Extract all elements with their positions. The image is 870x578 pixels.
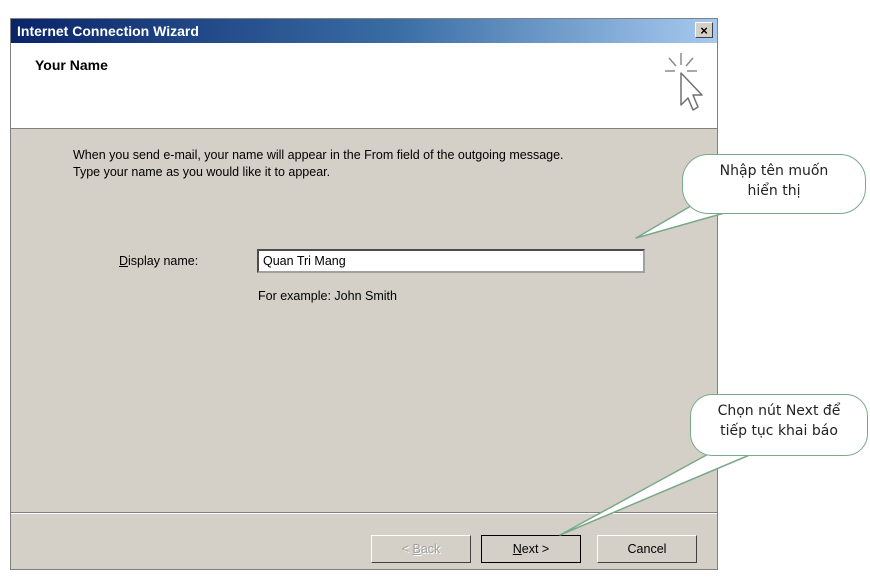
window-title: Internet Connection Wizard — [17, 23, 199, 39]
name-hint-line-1: Nhập tên muốn — [719, 163, 829, 179]
back-prefix: < — [401, 542, 413, 556]
back-button[interactable]: < Back — [371, 535, 471, 563]
name-hint-line-2: hiển thị — [747, 183, 801, 199]
instruction-text: When you send e-mail, your name will app… — [73, 147, 564, 181]
instruction-line-2: Type your name as you would like it to a… — [73, 165, 331, 179]
page-title: Your Name — [35, 57, 108, 73]
next-hint-line-1: Chọn nút Next để — [717, 403, 841, 419]
wizard-header: Your Name — [11, 43, 717, 129]
back-label: ack — [420, 542, 441, 556]
display-name-input[interactable] — [257, 249, 645, 273]
name-hint-callout: Nhập tên muốn hiển thị — [682, 154, 866, 214]
wizard-cursor-icon — [665, 53, 703, 111]
title-bar[interactable]: Internet Connection Wizard × — [11, 19, 717, 43]
cancel-button[interactable]: Cancel — [597, 535, 697, 563]
display-name-label-accelerator: D — [119, 254, 129, 268]
next-hint-callout: Chọn nút Next để tiếp tục khai báo — [690, 394, 868, 456]
example-hint: For example: John Smith — [258, 289, 397, 303]
next-hint-line-2: tiếp tục khai báo — [720, 423, 838, 439]
wizard-window: Internet Connection Wizard × Your Name W… — [10, 18, 718, 570]
display-name-label-text: isplay name: — [128, 254, 199, 268]
next-accelerator: N — [512, 542, 522, 556]
next-label: ext > — [521, 542, 550, 556]
instruction-line-1: When you send e-mail, your name will app… — [73, 148, 564, 162]
display-name-label: Display name: — [119, 254, 198, 268]
close-button[interactable]: × — [695, 22, 713, 38]
back-accelerator: B — [412, 542, 421, 556]
footer-separator — [11, 512, 717, 514]
next-button[interactable]: Next > — [481, 535, 581, 563]
